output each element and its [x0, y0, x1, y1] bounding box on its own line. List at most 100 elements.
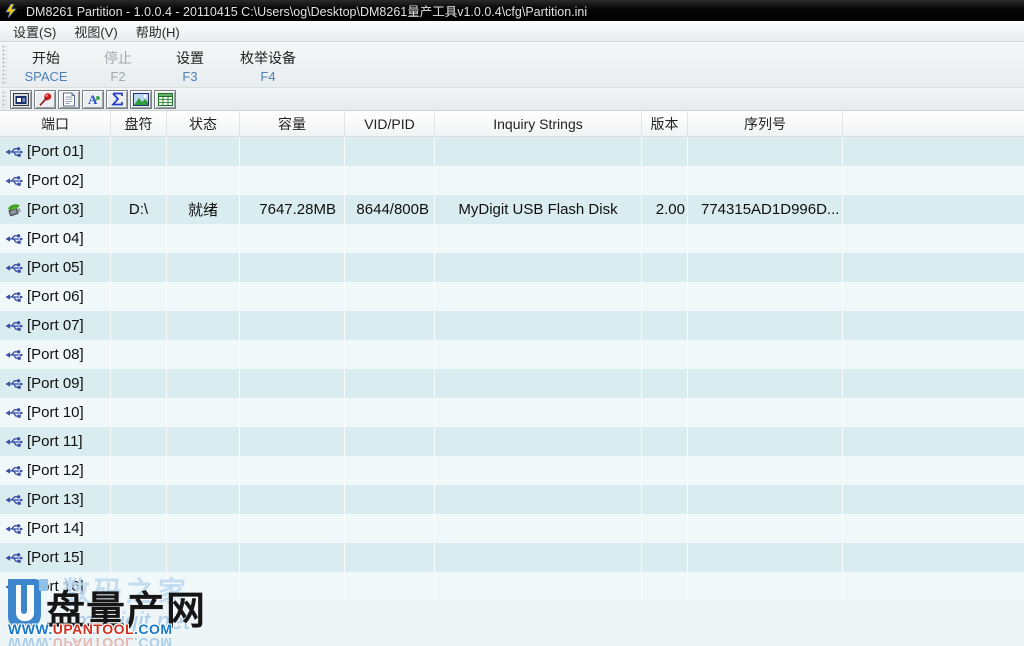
port-label: [Port 13] [27, 491, 84, 508]
table-row[interactable]: [Port 12] [0, 456, 1024, 485]
port-cell: [Port 16] [0, 572, 111, 601]
grid-table-icon[interactable] [154, 90, 176, 109]
column-header-4[interactable]: 容量 [240, 111, 345, 136]
icon-toolbar: A [0, 88, 1024, 111]
preview-window-icon[interactable] [10, 90, 32, 109]
column-header-5[interactable]: VID/PID [345, 111, 435, 136]
status-cell [167, 572, 240, 601]
status-cell [167, 398, 240, 427]
status-cell [167, 485, 240, 514]
vidpid-cell [345, 311, 435, 340]
version-cell [642, 543, 688, 572]
capacity-cell [240, 253, 345, 282]
vidpid-cell [345, 456, 435, 485]
font-setting-icon[interactable]: A [82, 90, 104, 109]
vidpid-cell [345, 282, 435, 311]
column-header-7[interactable]: 版本 [642, 111, 688, 136]
capacity-cell [240, 514, 345, 543]
column-header-8[interactable]: 序列号 [688, 111, 843, 136]
port-cell: [Port 07] [0, 311, 111, 340]
version-cell [642, 311, 688, 340]
settings-button[interactable]: 设置 F3 [154, 42, 226, 87]
image-chart-icon[interactable] [130, 90, 152, 109]
status-cell [167, 456, 240, 485]
inquiry-cell [435, 514, 642, 543]
table-row[interactable]: [Port 04] [0, 224, 1024, 253]
row-filler [843, 195, 1024, 224]
vidpid-cell [345, 137, 435, 166]
table-row[interactable]: [Port 08] [0, 340, 1024, 369]
status-cell [167, 369, 240, 398]
capacity-cell [240, 340, 345, 369]
table-row[interactable]: [Port 09] [0, 369, 1024, 398]
serial-cell [688, 572, 843, 601]
table-row[interactable]: [Port 02] [0, 166, 1024, 195]
inquiry-cell: MyDigit USB Flash Disk [435, 195, 642, 224]
version-cell [642, 427, 688, 456]
column-header-1[interactable]: 端口 [0, 111, 111, 136]
table-row[interactable]: [Port 05] [0, 253, 1024, 282]
drive-letter-cell [111, 456, 167, 485]
table-row[interactable]: [Port 03] D:\ 就绪 7647.28MB 8644/800B MyD… [0, 195, 1024, 224]
status-cell [167, 311, 240, 340]
table-row[interactable]: [Port 14] [0, 514, 1024, 543]
version-cell [642, 340, 688, 369]
port-cell: [Port 06] [0, 282, 111, 311]
row-filler [843, 137, 1024, 166]
table-row[interactable]: [Port 16] [0, 572, 1024, 601]
column-header-6[interactable]: Inquiry Strings [435, 111, 642, 136]
inquiry-cell [435, 543, 642, 572]
table-row[interactable]: [Port 13] [0, 485, 1024, 514]
port-label: [Port 11] [27, 433, 83, 450]
drive-letter-cell [111, 224, 167, 253]
sigma-statistics-icon[interactable] [106, 90, 128, 109]
drive-letter-cell [111, 340, 167, 369]
drive-letter-cell [111, 311, 167, 340]
lightning-bolt-icon [4, 4, 20, 18]
row-filler [843, 166, 1024, 195]
menu-settings[interactable]: 设置(S) [4, 20, 65, 43]
icon-toolbar-grip[interactable] [2, 91, 7, 108]
table-row[interactable]: [Port 10] [0, 398, 1024, 427]
table-row[interactable]: [Port 07] [0, 311, 1024, 340]
menu-view[interactable]: 视图(V) [65, 20, 126, 43]
status-cell [167, 253, 240, 282]
vidpid-cell [345, 485, 435, 514]
menu-help[interactable]: 帮助(H) [127, 20, 189, 43]
table-row[interactable]: [Port 11] [0, 427, 1024, 456]
column-header-2[interactable]: 盘符 [111, 111, 167, 136]
log-report-icon[interactable] [58, 90, 80, 109]
row-filler [843, 427, 1024, 456]
drive-letter-cell [111, 282, 167, 311]
pushpin-icon[interactable] [34, 90, 56, 109]
row-filler [843, 456, 1024, 485]
enumerate-devices-button[interactable]: 枚举设备 F4 [226, 42, 310, 87]
capacity-cell [240, 311, 345, 340]
stop-button[interactable]: 停止 F2 [82, 42, 154, 87]
port-label: [Port 12] [27, 462, 84, 479]
port-cell: [Port 14] [0, 514, 111, 543]
drive-letter-cell [111, 166, 167, 195]
start-button[interactable]: 开始 SPACE [10, 42, 82, 87]
usb-trident-icon [5, 232, 23, 246]
vidpid-cell [345, 514, 435, 543]
usb-trident-icon [5, 551, 23, 565]
inquiry-cell [435, 485, 642, 514]
capacity-cell [240, 572, 345, 601]
column-header-3[interactable]: 状态 [167, 111, 240, 136]
port-cell: [Port 01] [0, 137, 111, 166]
serial-cell: 774315AD1D996D... [688, 195, 843, 224]
drive-letter-cell [111, 137, 167, 166]
capacity-cell [240, 166, 345, 195]
table-row[interactable]: [Port 01] [0, 137, 1024, 166]
usb-trident-icon [5, 377, 23, 391]
capacity-cell [240, 224, 345, 253]
port-label: [Port 07] [27, 317, 84, 334]
port-label: [Port 15] [27, 549, 84, 566]
capacity-cell [240, 369, 345, 398]
titlebar[interactable]: DM8261 Partition - 1.0.0.4 - 20110415 C:… [0, 0, 1024, 21]
table-row[interactable]: [Port 15] [0, 543, 1024, 572]
toolbar-grip[interactable] [2, 45, 7, 84]
serial-cell [688, 514, 843, 543]
table-row[interactable]: [Port 06] [0, 282, 1024, 311]
